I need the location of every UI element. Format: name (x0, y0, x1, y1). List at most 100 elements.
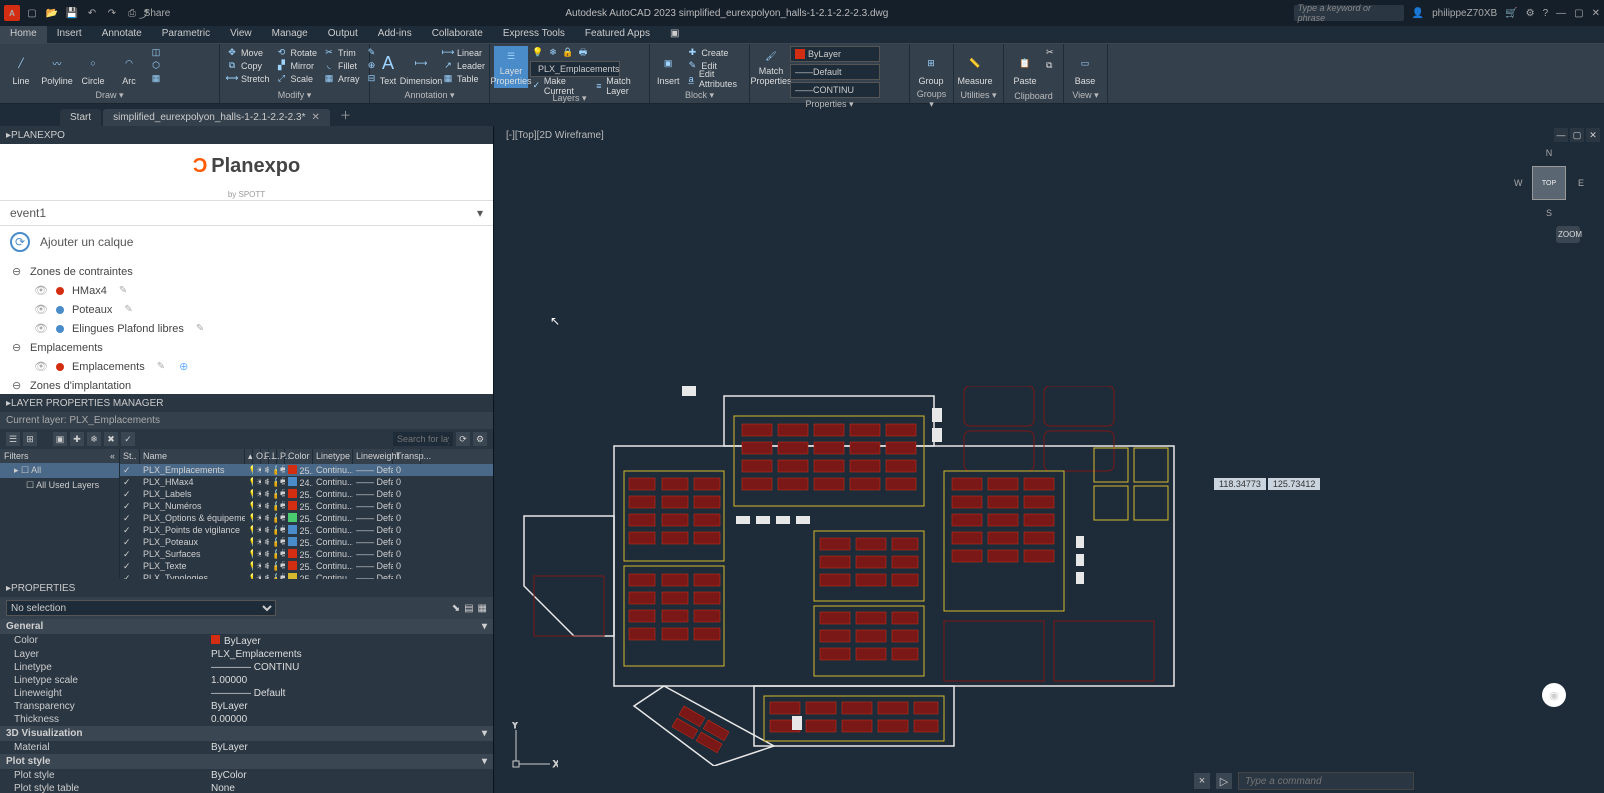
layer-row[interactable]: ✓PLX_Typologies💡☀❄🔓🖶 25..Continu...—— De… (120, 572, 493, 579)
col-transp[interactable]: Transp... (393, 449, 421, 464)
viewcube-s[interactable]: S (1546, 208, 1552, 218)
color-select[interactable]: ByLayer (790, 46, 880, 62)
layer-row[interactable]: ✓PLX_Surfaces💡☀❄🔓🖶 25..Continu...—— Defa… (120, 548, 493, 560)
command-input[interactable] (1238, 772, 1414, 790)
props-header[interactable]: ▸ PROPERTIES (0, 579, 493, 597)
tab-output[interactable]: Output (318, 26, 368, 43)
panel-utilities-title[interactable]: Utilities ▾ (958, 89, 999, 101)
tab-view[interactable]: View (220, 26, 262, 43)
planexpo-header[interactable]: ▸ PLANEXPO (0, 126, 493, 144)
circle-button[interactable]: ○Circle (76, 46, 110, 88)
arc-button[interactable]: ◠Arc (112, 46, 146, 88)
qat-save-icon[interactable]: 💾 (64, 5, 80, 21)
leader-button[interactable]: ↗Leader (440, 59, 487, 72)
panel-layers-title[interactable]: Layers ▾ (494, 92, 645, 104)
lpm-new-layer-icon[interactable]: ☰ (6, 432, 20, 446)
tree-item[interactable]: 👁Emplacements✎⊕ (8, 357, 485, 376)
make-current-button[interactable]: ✓Make Current (530, 79, 586, 92)
property-row[interactable]: Lineweight———— Default (0, 687, 493, 700)
layer-properties-button[interactable]: ☰Layer Properties (494, 46, 528, 88)
qat-open-icon[interactable]: 📂 (44, 5, 60, 21)
props-pick-icon[interactable]: ⬊ (452, 603, 460, 614)
ucs-icon[interactable]: X Y (508, 722, 558, 775)
layer-row[interactable]: ✓PLX_Poteaux💡☀❄🔓🖶 25..Continu...—— Defa.… (120, 536, 493, 548)
vp-max-icon[interactable]: ▢ (1570, 128, 1584, 142)
draw-misc-2[interactable]: ⬡ (148, 59, 164, 72)
layer-row[interactable]: ✓PLX_Labels💡☀❄🔓🖶 25..Continu...—— Defa..… (120, 488, 493, 500)
col-f[interactable]: F.. (261, 449, 269, 464)
layer-row[interactable]: ✓PLX_Numéros💡☀❄🔓🖶 25..Continu...—— Defa.… (120, 500, 493, 512)
tab-annotate[interactable]: Annotate (92, 26, 152, 43)
insert-button[interactable]: ▣Insert (654, 46, 682, 88)
viewcube-face[interactable]: TOP (1532, 166, 1566, 200)
props-group-header[interactable]: General▾ (0, 619, 493, 634)
props-filter-icon[interactable]: ▦ (478, 603, 487, 614)
text-button[interactable]: AText (374, 46, 402, 88)
layer-row[interactable]: ✓PLX_HMax4💡☀❄🔓🖶 24..Continu...—— Defa...… (120, 476, 493, 488)
property-row[interactable]: LayerPLX_Emplacements (0, 648, 493, 661)
property-row[interactable]: Linetype———— CONTINU (0, 661, 493, 674)
col-color[interactable]: Color (285, 449, 313, 464)
col-l[interactable]: L.. (269, 449, 277, 464)
linear-button[interactable]: ⟼Linear (440, 46, 487, 59)
col-status[interactable]: St.. (120, 449, 140, 464)
lpm-current-icon[interactable]: ✓ (121, 432, 135, 446)
layer-search[interactable] (393, 432, 453, 446)
panel-draw-title[interactable]: Draw ▾ (4, 89, 215, 101)
tree-item[interactable]: 👁Elingues Plafond libres✎ (8, 319, 485, 338)
property-row[interactable]: TransparencyByLayer (0, 700, 493, 713)
props-group-header[interactable]: 3D Visualization▾ (0, 726, 493, 741)
panel-view-title[interactable]: View ▾ (1068, 89, 1103, 101)
layer-row[interactable]: ✓PLX_Points de vigilance💡☀❄🔓🖶 25..Contin… (120, 524, 493, 536)
edit-attr-button[interactable]: a̲Edit Attributes (684, 72, 745, 85)
collapse-icon[interactable]: ⊖ (12, 341, 24, 354)
lpm-new-group-icon[interactable]: ⊞ (23, 432, 37, 446)
edit-icon[interactable]: ✎ (119, 285, 127, 296)
user-name[interactable]: philippeZ70XB (1432, 8, 1497, 19)
panel-block-title[interactable]: Block ▾ (654, 89, 745, 101)
cmd-prompt-icon[interactable]: ▷ (1216, 773, 1232, 789)
close-icon[interactable]: ✕ (1592, 8, 1600, 19)
filter-all[interactable]: ▸ ☐ All (0, 463, 119, 478)
tab-home[interactable]: Home (0, 26, 47, 43)
copy-clip-button[interactable]: ⧉ (1044, 59, 1056, 72)
group-button[interactable]: ⊞Group (914, 46, 948, 88)
linetype-select[interactable]: —— CONTINU (790, 82, 880, 98)
visibility-icon[interactable]: 👁 (34, 284, 48, 297)
panel-clipboard-title[interactable]: Clipboard (1008, 90, 1059, 101)
tree-group[interactable]: ⊖Zones d'implantation (8, 376, 485, 394)
property-row[interactable]: Thickness0.00000 (0, 713, 493, 726)
app-options-icon[interactable]: ⚙ (1526, 8, 1535, 19)
scale-button[interactable]: ⤢Scale (274, 72, 320, 85)
col-linetype[interactable]: Linetype (313, 449, 353, 464)
tree-item[interactable]: 👁HMax4✎ (8, 281, 485, 300)
help-icon[interactable]: ? (1543, 8, 1549, 19)
edit-icon[interactable]: ✎ (157, 361, 165, 372)
layer-row[interactable]: ✓PLX_Options & équipement💡☀❄🔓🖶 25..Conti… (120, 512, 493, 524)
layer-icons-row[interactable]: 💡❄🔒🖶 (530, 46, 645, 59)
file-tab-start[interactable]: Start (60, 109, 101, 126)
tab-featured[interactable]: Featured Apps (575, 26, 660, 43)
qat-undo-icon[interactable]: ↶ (84, 5, 100, 21)
lpm-refresh-icon[interactable]: ⟳ (456, 432, 470, 446)
new-tab-button[interactable]: ＋ (332, 104, 359, 126)
viewcube[interactable]: N S E W TOP (1514, 148, 1584, 218)
close-tab-icon[interactable]: ✕ (311, 112, 319, 123)
nav-bar[interactable]: ZOOM (1556, 226, 1580, 243)
property-row[interactable]: Plot styleByColor (0, 769, 493, 782)
tab-parametric[interactable]: Parametric (152, 26, 220, 43)
paste-button[interactable]: 📋Paste (1008, 46, 1042, 88)
create-block-button[interactable]: ✚Create (684, 46, 745, 59)
edit-icon[interactable]: ✎ (196, 323, 204, 334)
trim-button[interactable]: ✂Trim (321, 46, 362, 59)
dimension-button[interactable]: ⟼Dimension (404, 46, 438, 88)
gear-icon[interactable]: ⊕ (179, 360, 188, 373)
fillet-button[interactable]: ◟Fillet (321, 59, 362, 72)
lpm-freeze-icon[interactable]: ❄ (87, 432, 101, 446)
property-row[interactable]: MaterialByLayer (0, 741, 493, 754)
add-layer-button[interactable]: ⟳Ajouter un calque (0, 226, 493, 258)
property-row[interactable]: ColorByLayer (0, 634, 493, 648)
user-icon[interactable]: 👤 (1412, 8, 1424, 19)
minimize-icon[interactable]: — (1556, 8, 1566, 19)
tab-manage[interactable]: Manage (262, 26, 318, 43)
